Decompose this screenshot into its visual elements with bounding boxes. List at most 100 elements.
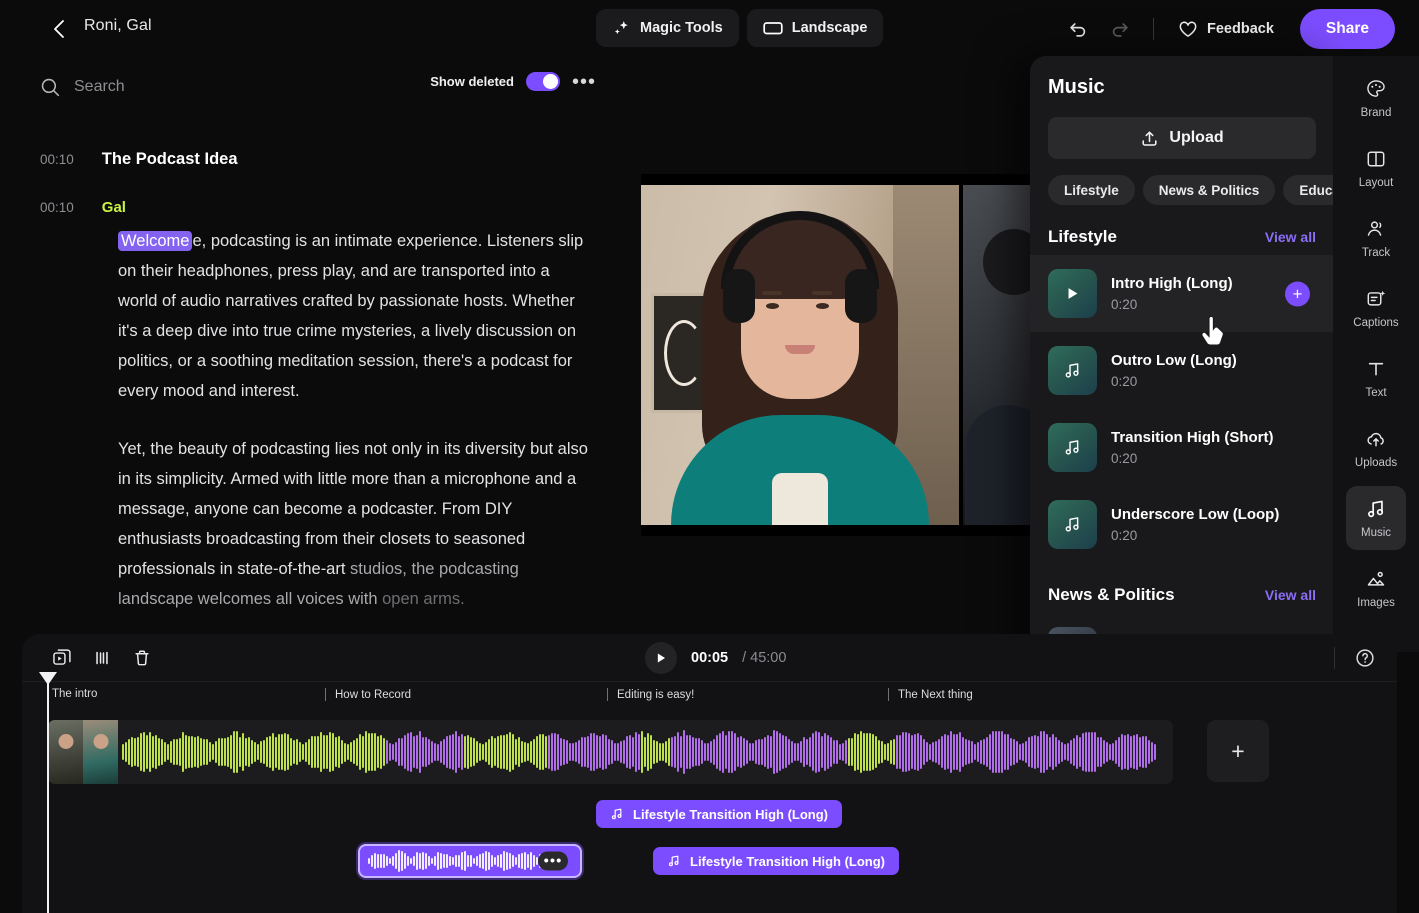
section-header-lifestyle: Lifestyle View all	[1048, 227, 1316, 247]
undo-button[interactable]	[1059, 10, 1097, 48]
rail-label: Music	[1361, 527, 1391, 539]
play-button[interactable]	[645, 642, 677, 674]
split-clip-button[interactable]	[48, 644, 76, 672]
help-divider	[1334, 647, 1335, 669]
play-icon	[654, 651, 668, 665]
search-input[interactable]: Search	[40, 77, 340, 97]
music-note-icon	[1063, 438, 1082, 457]
music-clip[interactable]: Lifestyle Transition High (Long)	[653, 847, 899, 875]
rail-item-captions[interactable]: Captions	[1346, 276, 1406, 340]
paragraph-1-text: e, podcasting is an intimate experience.…	[118, 232, 583, 400]
rail-label: Track	[1362, 247, 1390, 259]
show-deleted-toggle[interactable]	[526, 72, 560, 91]
music-panel-title: Music	[1048, 76, 1334, 99]
rail-item-track[interactable]: Track	[1346, 206, 1406, 270]
text-icon	[1365, 358, 1387, 380]
highlighted-word[interactable]: Welcome	[118, 231, 192, 251]
rail-label: Layout	[1359, 177, 1394, 189]
audio-balance-button[interactable]	[88, 644, 116, 672]
chip-news-politics[interactable]: News & Politics	[1143, 175, 1276, 205]
chapter-marker[interactable]: The intro	[52, 688, 97, 700]
music-note-icon	[667, 854, 681, 868]
music-note-icon	[1365, 498, 1387, 520]
image-icon	[1365, 568, 1387, 590]
preview-eye-left	[766, 303, 779, 309]
speaker-row[interactable]: 00:10 Gal	[40, 199, 600, 216]
video-track-row: +	[48, 720, 1397, 784]
marker-label: The intro	[52, 688, 97, 700]
magic-tools-label: Magic Tools	[640, 20, 723, 36]
transcript-paragraph-2[interactable]: Yet, the beauty of podcasting lies not o…	[118, 434, 588, 614]
share-button[interactable]: Share	[1300, 9, 1395, 49]
marker-tick	[888, 688, 889, 701]
feedback-button[interactable]: Feedback	[1168, 10, 1284, 48]
av-clip[interactable]	[48, 720, 1173, 784]
add-track-to-timeline-button[interactable]: +	[1285, 281, 1310, 306]
magic-tools-button[interactable]: Magic Tools	[596, 9, 739, 47]
back-button[interactable]	[44, 14, 74, 44]
chapter-row[interactable]: 00:10 The Podcast Idea	[40, 150, 600, 169]
music-track-row-2: ••• Lifestyle Transition High (Long)	[48, 844, 1397, 884]
track-duration: 0:20	[1111, 297, 1233, 312]
track-name: Underscore Low (Loop)	[1111, 506, 1279, 523]
chapter-marker[interactable]: The Next thing	[888, 688, 973, 701]
undo-icon	[1067, 18, 1089, 40]
view-all-lifestyle[interactable]: View all	[1265, 229, 1316, 245]
toolbar-divider	[1153, 18, 1154, 40]
chapter-marker[interactable]: How to Record	[325, 688, 411, 701]
rail-item-uploads[interactable]: Uploads	[1346, 416, 1406, 480]
view-all-news-politics[interactable]: View all	[1265, 587, 1316, 603]
center-tools: Magic Tools Landscape	[596, 9, 883, 47]
music-category-chips: Lifestyle News & Politics Education	[1048, 175, 1334, 205]
top-bar: Roni, Gal Magic Tools Landscape	[0, 0, 1419, 58]
rail-item-images[interactable]: Images	[1346, 556, 1406, 620]
clip-context-menu-button[interactable]: •••	[538, 852, 568, 871]
help-circle-icon	[1354, 647, 1376, 669]
track-meta: Underscore Low (Loop) 0:20	[1111, 506, 1279, 543]
playhead[interactable]	[47, 682, 49, 913]
transcript-paragraph-1[interactable]: Welcomee, podcasting is an intimate expe…	[118, 226, 588, 406]
paragraph-2-fade2: open arms.	[382, 590, 465, 608]
track-item[interactable]: Intro High (Long) 0:20 +	[1030, 255, 1334, 332]
rail-item-brand[interactable]: Brand	[1346, 66, 1406, 130]
palette-icon	[1365, 78, 1387, 100]
redo-button[interactable]	[1101, 10, 1139, 48]
transcript-pane: Search Show deleted ••• 00:10 The Podcas…	[0, 58, 640, 638]
add-track-button[interactable]: +	[1207, 720, 1269, 782]
timeline-tracks: + Lifestyle Transition High (Long) •••	[22, 710, 1397, 884]
upload-cloud-icon	[1365, 428, 1387, 450]
upload-button[interactable]: Upload	[1048, 117, 1316, 159]
selected-music-clip[interactable]: •••	[358, 844, 582, 878]
preview-brow-left	[762, 291, 782, 295]
track-item[interactable]: Outro Low (Long) 0:20	[1030, 332, 1334, 409]
track-item[interactable]: Underscore Low (Loop) 0:20	[1030, 486, 1334, 563]
music-note-icon	[1063, 361, 1082, 380]
video-preview[interactable]	[641, 174, 1033, 536]
delete-button[interactable]	[128, 644, 156, 672]
preview-mouth	[785, 345, 815, 354]
preview-eye-right	[816, 303, 829, 309]
preview-speaker-main	[641, 185, 959, 525]
redo-icon	[1109, 18, 1131, 40]
landscape-button[interactable]: Landscape	[747, 9, 884, 47]
track-item[interactable]: Transition High (Short) 0:20	[1030, 409, 1334, 486]
search-icon	[40, 77, 60, 97]
chip-lifestyle[interactable]: Lifestyle	[1048, 175, 1135, 205]
track-name: Transition High (Short)	[1111, 429, 1274, 446]
chapter-title: The Podcast Idea	[102, 150, 238, 169]
track-duration: 0:20	[1111, 451, 1274, 466]
clip-thumbnail-speaker-a	[48, 720, 83, 784]
help-button[interactable]	[1351, 644, 1379, 672]
upload-label: Upload	[1169, 129, 1223, 147]
music-clip[interactable]: Lifestyle Transition High (Long)	[596, 800, 842, 828]
rail-item-text[interactable]: Text	[1346, 346, 1406, 410]
rail-item-layout[interactable]: Layout	[1346, 136, 1406, 200]
chapter-timestamp: 00:10	[40, 152, 74, 167]
chip-education[interactable]: Education	[1283, 175, 1334, 205]
transcript-more-button[interactable]: •••	[572, 77, 596, 87]
section-title: News & Politics	[1048, 585, 1175, 605]
chapter-marker[interactable]: Editing is easy!	[607, 688, 694, 701]
layout-icon	[1365, 148, 1387, 170]
marker-tick	[607, 688, 608, 701]
rail-item-music[interactable]: Music	[1346, 486, 1406, 550]
